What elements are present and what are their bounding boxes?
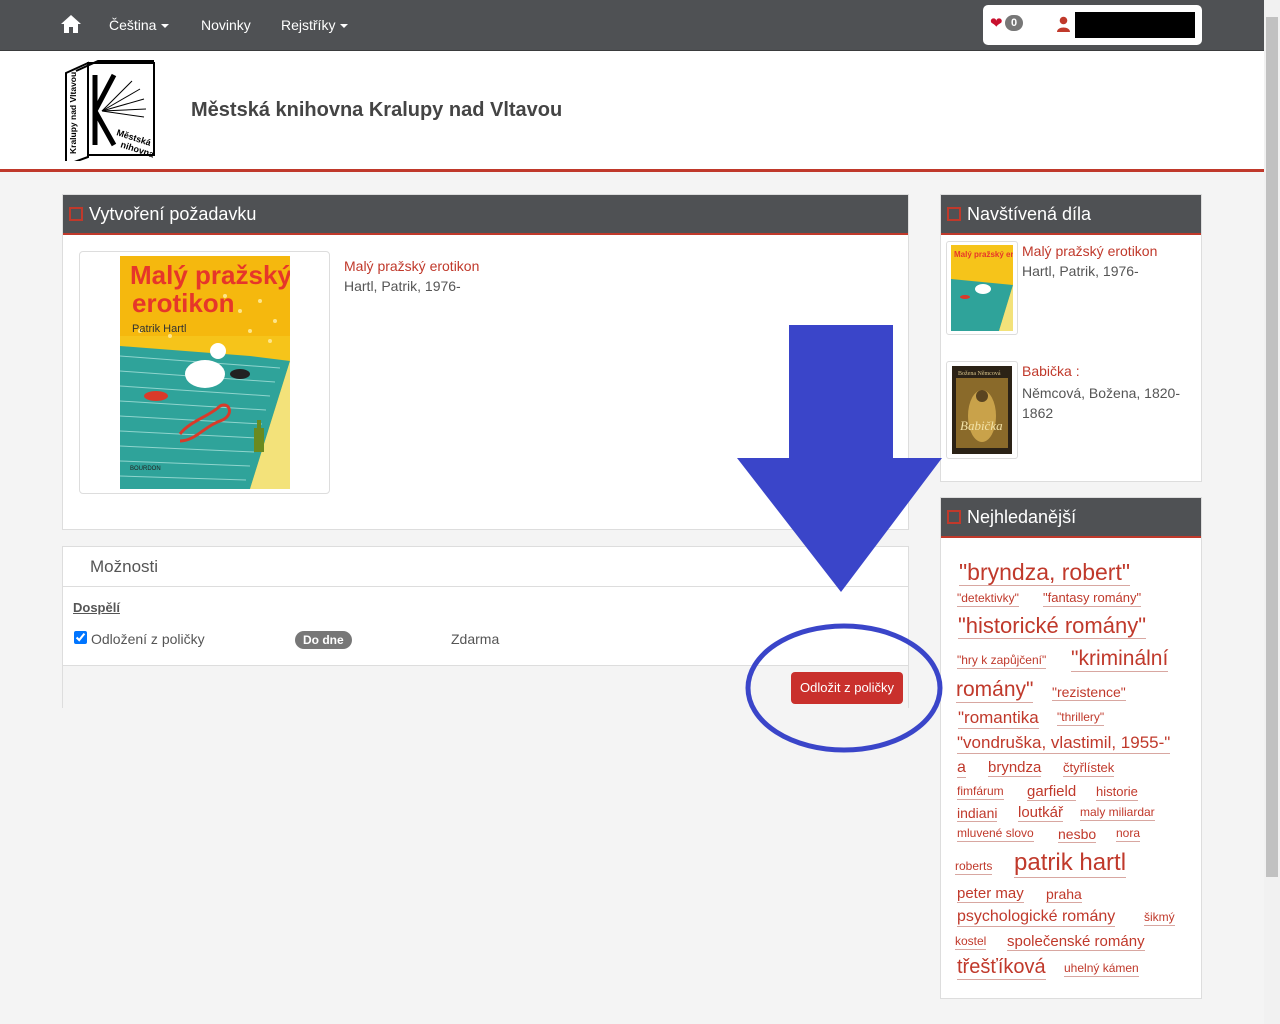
tag-link[interactable]: loutkář [1018, 804, 1064, 823]
tag-link[interactable]: bryndza [988, 759, 1042, 778]
tag-link[interactable]: praha [1046, 886, 1082, 904]
tag-link[interactable]: historie [1096, 784, 1138, 801]
popular-panel-header: Nejhledanější [941, 498, 1201, 538]
cover-author: Patrik Hartl [132, 323, 186, 335]
tag-link[interactable]: maly miliardar [1080, 805, 1155, 821]
chevron-down-icon [161, 24, 170, 29]
news-link[interactable]: Novinky [201, 17, 251, 33]
request-panel-header: Vytvoření požadavku [63, 195, 908, 235]
visited-panel: Navštívená díla Malý pražský erotikon Ma… [940, 194, 1202, 482]
site-title[interactable]: Městská knihovna Kralupy nad Vltavou [191, 99, 562, 122]
page-scrollbar[interactable] [1264, 0, 1280, 1024]
tag-link[interactable]: "thrillery" [1057, 710, 1105, 726]
visited-panel-title: Navštívená díla [967, 204, 1092, 224]
book-author: Hartl, Patrik, 1976- [344, 278, 461, 294]
request-panel: Vytvoření požadavku Malý pražský erotiko… [62, 194, 909, 530]
book-cover-image: Malý pražský erotikon Patrik Hartl BOURD… [120, 256, 290, 489]
tag-link[interactable]: peter may [957, 885, 1024, 904]
language-label: Čeština [109, 17, 157, 33]
tag-link[interactable]: čtyřlístek [1063, 760, 1115, 777]
visited-panel-header: Navštívená díla [941, 195, 1201, 235]
tag-link[interactable]: třešťíková [957, 956, 1046, 980]
square-icon [947, 510, 961, 524]
options-panel-header: Možnosti [63, 547, 908, 587]
tag-link[interactable]: nora [1116, 826, 1141, 842]
top-navbar: Čeština Novinky Rejstříky ❤ 0 [0, 0, 1264, 51]
visited-cover-1[interactable]: Malý pražský erotikon [946, 241, 1018, 335]
shelf-reserve-button[interactable]: Odložit z poličky [791, 672, 903, 704]
tag-link[interactable]: garfield [1027, 783, 1077, 802]
group-label: Dospělí [73, 600, 120, 615]
tag-link[interactable]: a [957, 759, 966, 779]
tag-link[interactable]: "hry k zapůjčení" [957, 653, 1047, 669]
cover-title-line2: erotikon [132, 288, 235, 318]
cover-title-line1: Malý pražský [130, 260, 290, 290]
tag-link[interactable]: "vondruška, vlastimil, 1955-" [957, 733, 1171, 754]
favorites-count-badge[interactable]: 0 [1005, 15, 1024, 31]
shelf-reservation-label[interactable]: Odložení z poličky [91, 631, 205, 647]
visited-cover-1-text: Malý pražský erotikon [954, 250, 1013, 259]
tag-link[interactable]: nesbo [1058, 826, 1097, 844]
popular-panel-title: Nejhledanější [967, 507, 1077, 527]
tag-link[interactable]: psychologické romány [957, 908, 1116, 928]
tag-link[interactable]: patrik hartl [1014, 849, 1127, 878]
until-date-badge-label: Do dne [295, 631, 352, 649]
shelf-reservation-checkbox[interactable] [74, 631, 87, 644]
visited-item-1-author: Hartl, Patrik, 1976- [1022, 263, 1139, 279]
visited-cover-2-text: Babička [960, 418, 1003, 433]
visited-item-1-title[interactable]: Malý pražský erotikon [1022, 243, 1157, 259]
visited-cover-2-image: Božena Němcová Babička [952, 366, 1012, 454]
tag-link[interactable]: roberts [955, 859, 993, 875]
tag-link[interactable]: společenské romány [1007, 933, 1145, 952]
tag-link[interactable]: uhelný kámen [1064, 961, 1139, 977]
tag-link[interactable]: kostel [955, 934, 987, 950]
site-header: Kralupy nad Vltavou Městská nihovna Měst… [0, 51, 1264, 172]
tag-link[interactable]: "fantasy romány" [1043, 590, 1142, 607]
until-date-badge[interactable]: Do dne [295, 631, 352, 649]
tag-link[interactable]: mluvené slovo [957, 826, 1034, 842]
language-menu[interactable]: Čeština [109, 17, 170, 33]
book-title-link[interactable]: Malý pražský erotikon [344, 258, 479, 274]
registers-label: Rejstříky [281, 17, 336, 33]
chevron-down-icon [340, 24, 349, 29]
user-icon[interactable] [1057, 16, 1070, 32]
visited-item-2-author: Němcová, Božena, 1820-1862 [1022, 385, 1180, 421]
request-panel-title: Vytvoření požadavku [89, 204, 257, 224]
tag-link[interactable]: romány" [956, 678, 1034, 704]
options-footer: Odložit z poličky [63, 665, 908, 708]
tag-link[interactable]: "kriminální [1071, 647, 1169, 673]
home-icon[interactable] [60, 13, 82, 35]
registers-menu[interactable]: Rejstříky [281, 17, 349, 33]
book-cover-frame[interactable]: Malý pražský erotikon Patrik Hartl BOURD… [79, 251, 330, 494]
scrollbar-thumb[interactable] [1266, 17, 1278, 877]
price-label: Zdarma [451, 631, 500, 647]
visited-cover-1-image: Malý pražský erotikon [951, 245, 1013, 331]
cover-publisher: BOURDON [130, 466, 161, 472]
user-box: ❤ 0 [983, 5, 1202, 45]
tag-link[interactable]: "rezistence" [1052, 684, 1126, 702]
tag-link[interactable]: "romantika [958, 708, 1039, 729]
visited-item-2-title[interactable]: Babička : [1022, 363, 1080, 379]
options-panel: Možnosti Dospělí Odložení z poličky Do d… [62, 546, 909, 708]
tag-link[interactable]: "historické romány" [958, 613, 1147, 640]
tag-link[interactable]: "detektivky" [957, 591, 1019, 607]
visited-cover-2-author: Božena Němcová [958, 371, 1001, 377]
logo-spine-text: Kralupy nad Vltavou [68, 72, 78, 154]
tag-link[interactable]: fimfárum [957, 784, 1004, 800]
visited-cover-2[interactable]: Božena Němcová Babička [946, 361, 1018, 459]
tag-link[interactable]: šikmý [1144, 910, 1175, 926]
heart-icon[interactable]: ❤ [990, 14, 1003, 32]
popular-panel: Nejhledanější "bryndza, robert" "detekti… [940, 497, 1202, 999]
user-name-redacted[interactable] [1075, 12, 1195, 38]
tag-link[interactable]: "bryndza, robert" [959, 559, 1131, 587]
square-icon [69, 207, 83, 221]
library-logo[interactable]: Kralupy nad Vltavou Městská nihovna [62, 59, 158, 161]
tag-link[interactable]: indiani [957, 805, 998, 823]
square-icon [947, 207, 961, 221]
